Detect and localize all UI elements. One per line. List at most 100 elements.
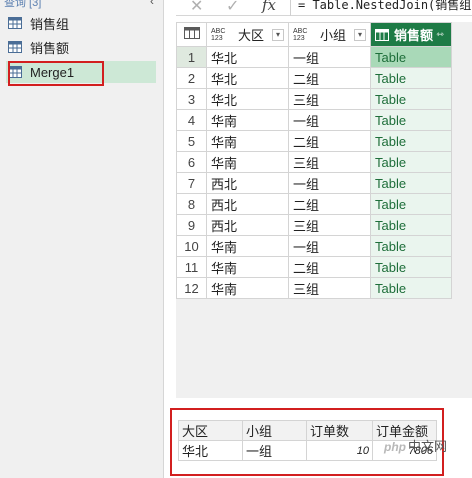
row-number[interactable]: 11 (176, 256, 207, 278)
formula-bar: ✕ ✓ fx = Table.NestedJoin(销售组,{ (176, 0, 472, 16)
header-row: ABC 123 大区 ▾ ABC 123 小组 ▾ 销售额 ⇿ (176, 22, 453, 47)
table-row[interactable]: 9 西北 三组 Table (176, 214, 453, 236)
cell-sales-table[interactable]: Table (369, 130, 453, 152)
type-any-icon[interactable]: ABC 123 (211, 28, 227, 42)
cell-sales-table[interactable]: Table (369, 277, 453, 299)
table-icon (8, 17, 22, 29)
cell-region[interactable]: 华南 (206, 277, 289, 299)
power-query-editor: 查询 [3] ‹ 销售组 销售额 Merge1 ✕ ✓ fx = Table.N… (0, 0, 472, 478)
column-header-region[interactable]: ABC 123 大区 ▾ (206, 22, 289, 47)
cell-sales-table[interactable]: Table (369, 67, 453, 89)
table-row[interactable]: 12 华南 三组 Table (176, 277, 453, 299)
watermark-logo: php (384, 440, 406, 454)
table-row[interactable]: 7 西北 一组 Table (176, 172, 453, 194)
check-icon[interactable]: ✓ (226, 0, 239, 16)
table-row[interactable]: 8 西北 二组 Table (176, 193, 453, 215)
formula-input[interactable]: = Table.NestedJoin(销售组,{ (298, 0, 472, 13)
column-header-label: 大区 (237, 28, 264, 43)
preview-header: 订单数 (306, 420, 373, 441)
table-row[interactable]: 2 华北 二组 Table (176, 67, 453, 89)
queries-pane: 查询 [3] ‹ 销售组 销售额 Merge1 (0, 0, 164, 478)
cell-group[interactable]: 三组 (288, 151, 371, 173)
column-header-group[interactable]: ABC 123 小组 ▾ (288, 22, 371, 47)
cell-group[interactable]: 一组 (288, 109, 371, 131)
filter-dropdown-icon[interactable]: ▾ (354, 28, 366, 41)
table-row[interactable]: 6 华南 三组 Table (176, 151, 453, 173)
cell-group[interactable]: 二组 (288, 67, 371, 89)
column-header-label: 小组 (319, 28, 346, 43)
cell-region[interactable]: 西北 (206, 214, 289, 236)
queries-header: 查询 [3] (4, 0, 42, 9)
chevron-left-icon[interactable]: ‹ (150, 0, 154, 8)
cell-group[interactable]: 二组 (288, 130, 371, 152)
cell-group[interactable]: 一组 (288, 46, 371, 68)
cell-region[interactable]: 华北 (206, 67, 289, 89)
watermark: php 中文网 (384, 436, 447, 455)
cell-group[interactable]: 二组 (288, 256, 371, 278)
fx-icon[interactable]: fx (262, 0, 276, 14)
cell-sales-table[interactable]: Table (369, 109, 453, 131)
table-row[interactable]: 3 华北 三组 Table (176, 88, 453, 110)
query-item-sales-group[interactable]: 销售组 (6, 12, 156, 34)
row-number[interactable]: 9 (176, 214, 207, 236)
cell-region[interactable]: 华北 (206, 46, 289, 68)
row-number[interactable]: 8 (176, 193, 207, 215)
table-row[interactable]: 10 华南 一组 Table (176, 235, 453, 257)
formula-separator (290, 0, 291, 16)
row-number[interactable]: 7 (176, 172, 207, 194)
cell-sales-table[interactable]: Table (369, 193, 453, 215)
type-any-icon[interactable]: ABC 123 (293, 28, 309, 42)
cell-group[interactable]: 二组 (288, 193, 371, 215)
cell-group[interactable]: 三组 (288, 214, 371, 236)
cell-sales-table[interactable]: Table (369, 151, 453, 173)
preview-cell: 华北 (178, 440, 243, 461)
table-row[interactable]: 4 华南 一组 Table (176, 109, 453, 131)
cell-sales-table[interactable]: Table (369, 172, 453, 194)
row-number[interactable]: 4 (176, 109, 207, 131)
table-icon (8, 41, 22, 53)
expand-column-icon[interactable]: ⇿ (433, 29, 447, 41)
table-row[interactable]: 1 华北 一组 Table (176, 46, 453, 68)
cell-region[interactable]: 华南 (206, 109, 289, 131)
data-grid: ABC 123 大区 ▾ ABC 123 小组 ▾ 销售额 ⇿ 1 华北 一组 … (176, 22, 453, 299)
preview-cell: 一组 (242, 440, 307, 461)
column-header-label: 销售额 (394, 28, 434, 43)
filter-dropdown-icon[interactable]: ▾ (272, 28, 284, 41)
preview-header: 大区 (178, 420, 243, 441)
cell-sales-table[interactable]: Table (369, 256, 453, 278)
query-item-label: 销售额 (30, 40, 70, 56)
cell-region[interactable]: 华南 (206, 235, 289, 257)
cell-group[interactable]: 三组 (288, 88, 371, 110)
query-item-sales-amount[interactable]: 销售额 (6, 36, 156, 58)
row-number[interactable]: 5 (176, 130, 207, 152)
cell-sales-table[interactable]: Table (369, 235, 453, 257)
cell-sales-table[interactable]: Table (369, 46, 453, 68)
row-number[interactable]: 3 (176, 88, 207, 110)
preview-cell: 10 (306, 440, 373, 461)
row-number[interactable]: 6 (176, 151, 207, 173)
cell-region[interactable]: 华南 (206, 151, 289, 173)
cell-region[interactable]: 西北 (206, 193, 289, 215)
watermark-text: 中文网 (408, 439, 448, 454)
preview-header: 小组 (242, 420, 307, 441)
cell-region[interactable]: 西北 (206, 172, 289, 194)
cell-region[interactable]: 华北 (206, 88, 289, 110)
cell-group[interactable]: 三组 (288, 277, 371, 299)
table-row[interactable]: 11 华南 二组 Table (176, 256, 453, 278)
table-type-icon[interactable] (375, 28, 389, 41)
cell-region[interactable]: 华南 (206, 130, 289, 152)
row-number[interactable]: 12 (176, 277, 207, 299)
table-menu-icon (183, 27, 200, 39)
table-row[interactable]: 5 华南 二组 Table (176, 130, 453, 152)
cell-sales-table[interactable]: Table (369, 88, 453, 110)
column-header-sales[interactable]: 销售额 ⇿ (369, 22, 453, 47)
grid-corner-button[interactable] (176, 22, 207, 47)
row-number[interactable]: 1 (176, 46, 207, 68)
row-number[interactable]: 10 (176, 235, 207, 257)
cell-group[interactable]: 一组 (288, 172, 371, 194)
cell-region[interactable]: 华南 (206, 256, 289, 278)
cell-sales-table[interactable]: Table (369, 214, 453, 236)
cell-group[interactable]: 一组 (288, 235, 371, 257)
cancel-icon[interactable]: ✕ (190, 0, 203, 16)
row-number[interactable]: 2 (176, 67, 207, 89)
